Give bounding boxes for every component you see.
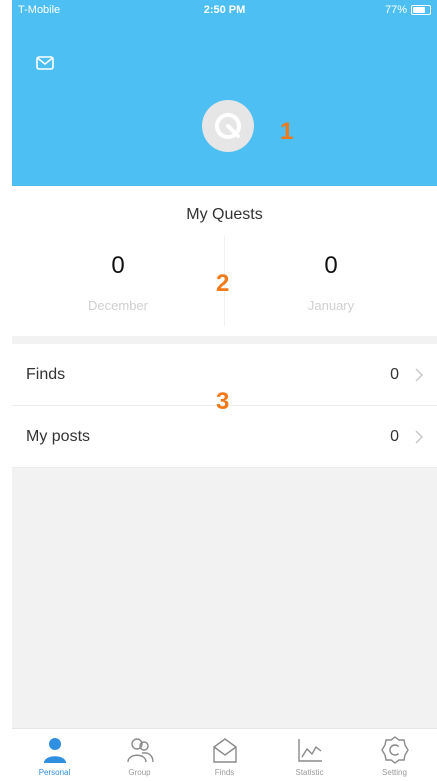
gear-icon [380,736,409,764]
clock: 2:50 PM [203,4,246,16]
annotation-marker-2: 2 [216,270,230,297]
my-quests-panel: My Quests 0 December 0 January [12,186,437,336]
annotation-marker-1: 1 [280,118,294,145]
battery-fill [413,7,426,13]
quest-month: December [88,298,148,313]
person-icon [43,738,66,763]
tab-label: Setting [382,768,407,777]
chart-icon [297,739,322,762]
tab-label: Personal [38,768,71,777]
quest-column-december[interactable]: 0 December [12,252,224,313]
list-item-count: 0 [390,428,399,445]
app-screen: T-Mobile 2:50 PM 77% 1 My Quests 0 Decem… [12,0,437,781]
tab-setting[interactable]: Setting [352,729,437,781]
tab-personal[interactable]: Personal [12,729,97,781]
tab-group[interactable]: Group [97,729,182,781]
chevron-right-icon [415,430,423,444]
tab-finds[interactable]: Finds [182,729,267,781]
quest-month: January [307,298,355,313]
my-quests-title: My Quests [186,206,263,223]
status-bar: T-Mobile 2:50 PM 77% [12,0,437,20]
quest-column-january[interactable]: 0 January [225,252,437,313]
profile-header: T-Mobile 2:50 PM 77% 1 [12,0,437,186]
list-item-count: 0 [390,366,399,383]
battery-percent: 77% [384,4,407,16]
chevron-right-icon [415,368,423,382]
tab-label: Statistic [295,768,324,777]
quest-count: 0 [111,252,125,279]
list-item-label: Finds [26,366,66,383]
q-logo-icon [215,113,241,139]
mail-icon[interactable] [36,56,54,70]
quest-count: 0 [324,252,338,279]
group-icon [126,738,154,763]
envelope-icon [212,738,237,763]
avatar[interactable] [202,100,254,152]
tab-statistic[interactable]: Statistic [267,729,352,781]
battery-icon [411,5,431,15]
tab-label: Finds [214,768,235,777]
annotation-marker-3: 3 [216,388,230,415]
tab-label: Group [128,768,151,777]
bottom-tab-bar: Personal Group Finds Statistic Setting [12,728,437,781]
list-item-label: My posts [26,428,91,445]
